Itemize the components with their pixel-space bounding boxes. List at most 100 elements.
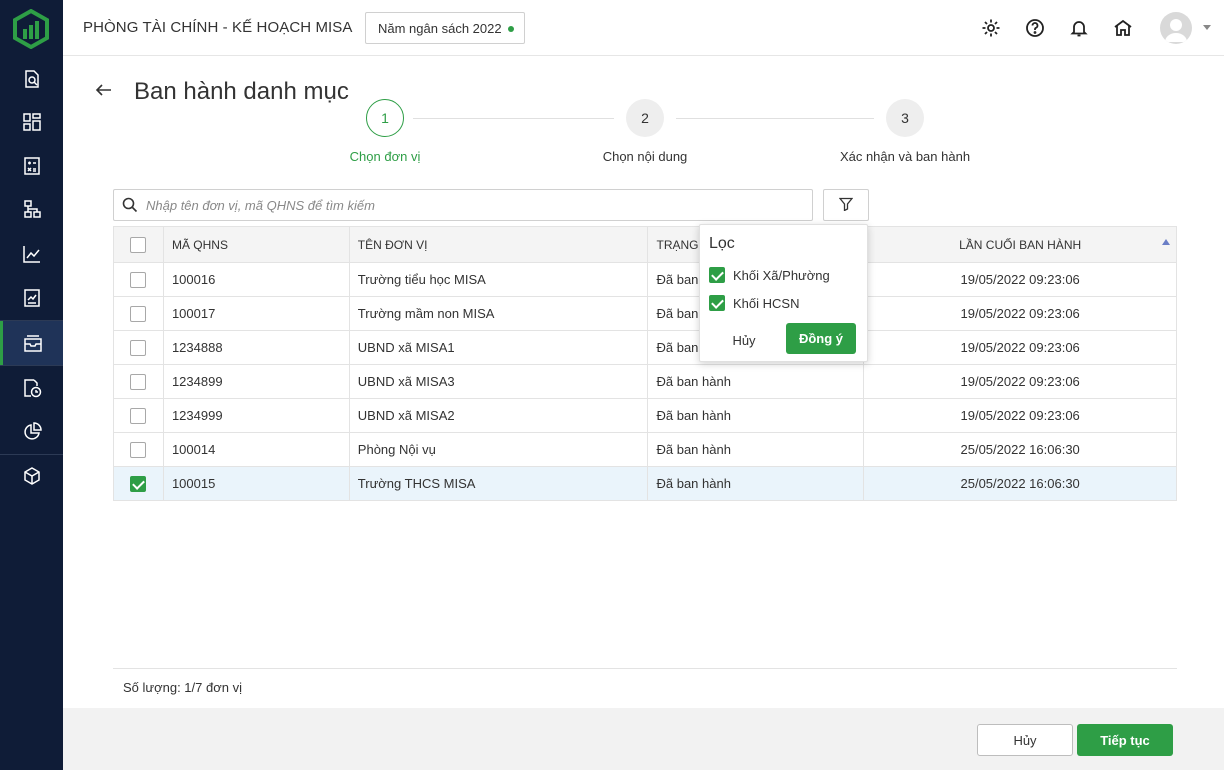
select-all-cell [113,226,164,263]
cancel-button[interactable]: Hủy [977,724,1073,756]
table-row[interactable]: 100016 Trường tiểu học MISA Đã ban 19/05… [113,262,1177,297]
step-3-circle: 3 [886,99,924,137]
cell-last-issued: 19/05/2022 09:23:06 [863,398,1177,433]
chevron-down-icon[interactable] [1203,25,1211,30]
table-row[interactable]: 1234999 UBND xã MISA2 Đã ban hành 19/05/… [113,398,1177,433]
step-1-circle: 1 [366,99,404,137]
misa-logo[interactable] [12,8,50,50]
table-row[interactable]: 1234899 UBND xã MISA3 Đã ban hành 19/05/… [113,364,1177,399]
row-checkbox[interactable] [130,271,147,288]
continue-button[interactable]: Tiếp tục [1077,724,1173,756]
page-title: Ban hành danh mục [134,78,349,105]
selection-count: Số lượng: 1/7 đơn vị [123,680,242,695]
nav-sitemap-icon[interactable] [0,187,63,231]
cell-code: 1234899 [162,364,350,399]
cell-name: Trường tiểu học MISA [348,262,649,297]
filter-option-xa-phuong[interactable]: Khối Xã/Phường [709,266,830,284]
row-checkbox[interactable] [130,339,147,356]
row-checkbox[interactable] [130,475,147,492]
cell-name: Trường mầm non MISA [348,296,649,331]
sidebar [0,0,63,770]
cell-code: 100017 [162,296,350,331]
bell-icon[interactable] [1067,16,1091,40]
step-3-label: Xác nhận và ban hành [839,149,971,164]
filter-icon [838,197,854,214]
cell-name: UBND xã MISA2 [348,398,649,433]
cell-code: 100016 [162,262,350,297]
nav-report-icon[interactable] [0,276,63,320]
cell-code: 1234888 [162,330,350,365]
app-title: PHÒNG TÀI CHÍNH - KẾ HOẠCH MISA [83,19,353,36]
cell-name: Phòng Nội vụ [348,432,649,467]
filter-button[interactable] [823,189,869,221]
step-connector [676,118,874,119]
filter-option-hcsn[interactable]: Khối HCSN [709,294,799,312]
cell-code: 1234999 [162,398,350,433]
cell-name: UBND xã MISA1 [348,330,649,365]
row-checkbox[interactable] [130,441,147,458]
nav-pie-chart-icon[interactable] [0,410,63,454]
filter-popup: Lọc Khối Xã/Phường Khối HCSN Hủy Đồng ý [699,224,868,362]
footer-bar: Hủy Tiếp tục [63,708,1224,770]
year-selector[interactable]: Năm ngân sách 2022 [365,12,525,44]
avatar[interactable] [1160,12,1192,44]
filter-ok-button[interactable]: Đồng ý [786,323,856,354]
help-icon[interactable] [1023,16,1047,40]
year-selector-label: Năm ngân sách 2022 [378,21,502,36]
cell-status: Đã ban hành [647,432,865,467]
cell-code: 100015 [162,466,350,501]
cell-status: Đã ban hành [647,466,865,501]
cell-status: Đã ban hành [647,398,865,433]
step-connector [413,118,614,119]
filter-checkbox[interactable] [709,295,725,311]
back-arrow-icon[interactable] [94,80,114,100]
nav-dashboard-icon[interactable] [0,100,63,144]
cell-status: Đã ban hành [647,364,865,399]
status-dot [508,26,514,32]
filter-popup-title: Lọc [709,235,735,252]
select-all-checkbox[interactable] [130,236,147,253]
table-row[interactable]: 1234888 UBND xã MISA1 Đã ban 19/05/2022 … [113,330,1177,365]
row-checkbox[interactable] [130,407,147,424]
nav-chart-line-icon[interactable] [0,232,63,276]
search-box [113,189,813,221]
home-icon[interactable] [1111,16,1135,40]
table-row[interactable]: 100017 Trường mầm non MISA Đã ban 19/05/… [113,296,1177,331]
step-2-circle: 2 [626,99,664,137]
column-header-code[interactable]: MÃ QHNS [162,226,350,263]
nav-cube-icon[interactable] [0,454,63,498]
row-checkbox[interactable] [130,305,147,322]
nav-search-doc-icon[interactable] [0,57,63,101]
nav-inbox-icon[interactable] [0,321,63,365]
step-1-label: Chọn đơn vị [349,149,421,164]
search-input[interactable] [146,190,806,220]
nav-clock-file-icon[interactable] [0,366,63,410]
table-row[interactable]: 100014 Phòng Nội vụ Đã ban hành 25/05/20… [113,432,1177,467]
sort-asc-icon[interactable] [1162,239,1170,245]
cell-last-issued: 19/05/2022 09:23:06 [863,262,1177,297]
cell-code: 100014 [162,432,350,467]
cell-last-issued: 25/05/2022 16:06:30 [863,432,1177,467]
cell-last-issued: 19/05/2022 09:23:06 [863,330,1177,365]
settings-icon[interactable] [979,16,1003,40]
row-checkbox[interactable] [130,373,147,390]
cell-last-issued: 25/05/2022 16:06:30 [863,466,1177,501]
step-2-label: Chọn nội dung [602,149,688,164]
divider [113,668,1177,669]
filter-cancel-button[interactable]: Hủy [720,325,768,355]
search-icon [122,197,138,216]
column-header-last-issued[interactable]: LẦN CUỐI BAN HÀNH [863,226,1177,263]
table-header-row: MÃ QHNS TÊN ĐƠN VỊ TRẠNG LẦN CUỐI BAN HÀ… [113,226,1177,263]
cell-last-issued: 19/05/2022 09:23:06 [863,364,1177,399]
column-header-name[interactable]: TÊN ĐƠN VỊ [348,226,649,263]
cell-name: UBND xã MISA3 [348,364,649,399]
header: PHÒNG TÀI CHÍNH - KẾ HOẠCH MISA Năm ngân… [63,0,1224,56]
filter-option-label: Khối HCSN [733,295,800,311]
cell-name: Trường THCS MISA [348,466,649,501]
cell-last-issued: 19/05/2022 09:23:06 [863,296,1177,331]
filter-checkbox[interactable] [709,267,725,283]
column-header-last-issued-label: LẦN CUỐI BAN HÀNH [959,237,1082,252]
table-row[interactable]: 100015 Trường THCS MISA Đã ban hành 25/0… [113,466,1177,501]
nav-calculator-icon[interactable] [0,144,63,188]
filter-option-label: Khối Xã/Phường [733,267,830,283]
